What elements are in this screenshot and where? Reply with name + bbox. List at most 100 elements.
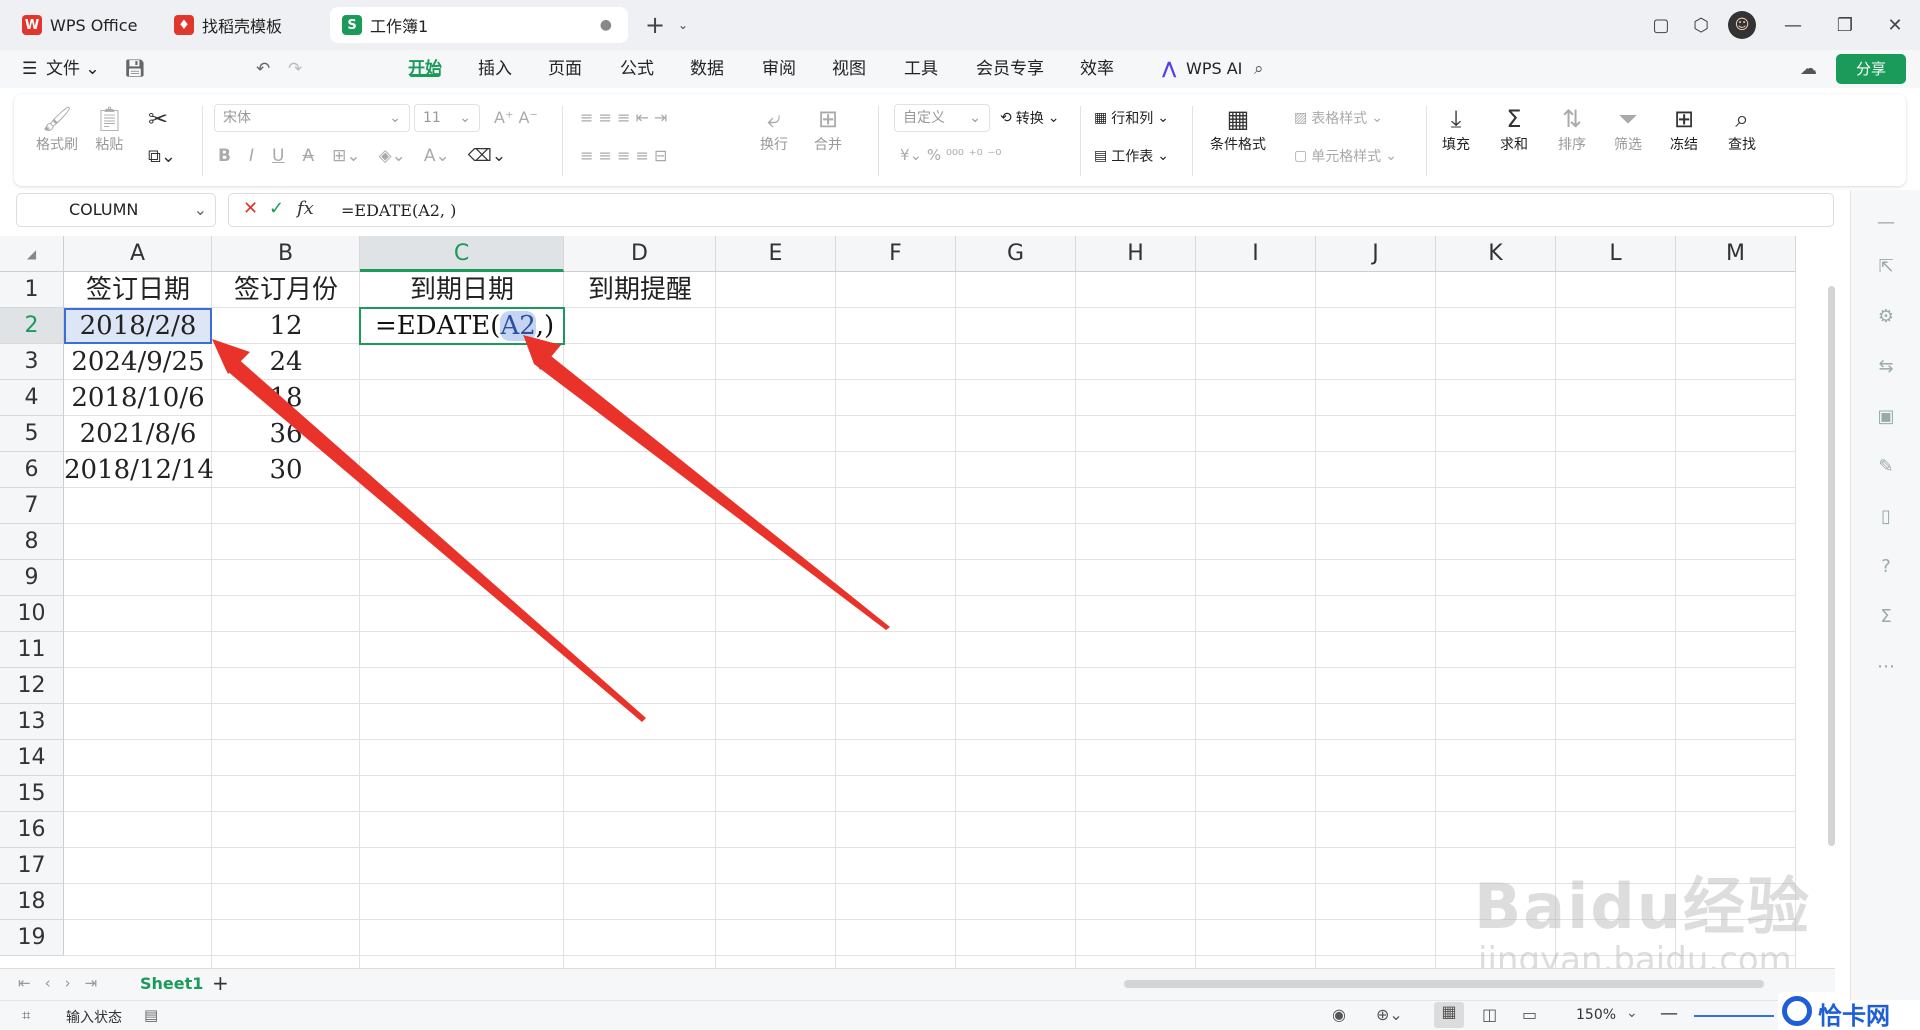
avatar[interactable]: ☺ <box>1728 11 1756 39</box>
font-grow-icon[interactable]: A⁺ A⁻ <box>494 108 538 127</box>
column-header-H[interactable]: H <box>1076 236 1196 272</box>
save-icon[interactable]: 💾︎ <box>124 50 146 88</box>
column-header-L[interactable]: L <box>1556 236 1676 272</box>
format-painter-button[interactable]: 🖌︎ 格式刷 <box>36 104 78 154</box>
image-icon[interactable]: ▣ <box>1873 404 1899 430</box>
cell-C1[interactable]: 到期日期 <box>360 272 564 308</box>
tab-docer-templates[interactable]: ♦ 找稻壳模板 <box>162 7 322 43</box>
normal-view-icon[interactable]: ▦ <box>1434 1002 1464 1028</box>
merge-button[interactable]: ⊞ 合并 <box>814 104 842 154</box>
row-header-17[interactable]: 17 <box>0 848 64 884</box>
tools-icon[interactable]: ✎ <box>1873 454 1899 480</box>
row-header-11[interactable]: 11 <box>0 632 64 668</box>
column-header-D[interactable]: D <box>564 236 716 272</box>
row-header-5[interactable]: 5 <box>0 416 64 452</box>
menu-item-home[interactable]: 开始 <box>408 50 442 88</box>
crosshair-icon[interactable]: ⊕⌄ <box>1376 1005 1403 1024</box>
window-mode-icon[interactable]: ▢ <box>1646 10 1676 40</box>
zoom-slider[interactable] <box>1694 1015 1774 1017</box>
row-header-16[interactable]: 16 <box>0 812 64 848</box>
cancel-icon[interactable]: ✕ <box>243 198 258 219</box>
horizontal-scrollbar[interactable] <box>1124 980 1764 988</box>
row-header-14[interactable]: 14 <box>0 740 64 776</box>
sort-button[interactable]: ⇅ 排序 <box>1558 104 1586 154</box>
cell-B6[interactable]: 30 <box>212 452 360 488</box>
worksheet-button[interactable]: ▤ 工作表 ⌄ <box>1094 146 1169 166</box>
row-header-7[interactable]: 7 <box>0 488 64 524</box>
minimize-icon[interactable]: — <box>1778 10 1808 40</box>
fill-button[interactable]: ⤓ 填充 <box>1442 104 1470 154</box>
row-header-6[interactable]: 6 <box>0 452 64 488</box>
find-button[interactable]: ⌕ 查找 <box>1728 104 1756 154</box>
row-header-8[interactable]: 8 <box>0 524 64 560</box>
more-icon[interactable]: ⋯ <box>1873 654 1899 680</box>
column-header-M[interactable]: M <box>1676 236 1796 272</box>
conditional-format-button[interactable]: ▦ 条件格式 <box>1210 104 1266 154</box>
sum-tool-icon[interactable]: Σ <box>1873 604 1899 630</box>
cell-D1[interactable]: 到期提醒 <box>564 272 716 308</box>
cell-A2[interactable]: 2018/2/8 <box>64 308 212 344</box>
macro-icon[interactable]: ⌗ <box>22 1006 30 1024</box>
font-size-select[interactable]: 11 ⌄ <box>414 104 480 132</box>
align-top-group[interactable]: ≡ ≡ ≡ ⇤ ⇥ <box>580 108 667 127</box>
cell-A5[interactable]: 2021/8/6 <box>64 416 212 452</box>
rows-cols-button[interactable]: ▦ 行和列 ⌄ <box>1094 108 1169 128</box>
hamburger-icon[interactable]: ☰ <box>22 50 37 88</box>
row-header-4[interactable]: 4 <box>0 380 64 416</box>
confirm-icon[interactable]: ✓ <box>269 198 284 219</box>
row-header-19[interactable]: 19 <box>0 920 64 956</box>
convert-button[interactable]: ⟲ 转换 ⌄ <box>1000 108 1059 128</box>
column-header-C[interactable]: C <box>360 236 564 272</box>
strikethrough-icon[interactable]: A <box>302 146 314 166</box>
column-header-A[interactable]: A <box>64 236 212 272</box>
freeze-button[interactable]: ⊞ 冻结 <box>1670 104 1698 154</box>
formula-bar[interactable]: ✕ ✓ fx =EDATE(A2, ) <box>228 193 1834 227</box>
cube-icon[interactable]: ⬡ <box>1686 10 1716 40</box>
column-header-K[interactable]: K <box>1436 236 1556 272</box>
chevron-down-icon[interactable]: ⌄ <box>668 10 698 40</box>
share-button[interactable]: 分享 <box>1836 54 1906 84</box>
menu-item-insert[interactable]: 插入 <box>478 50 512 88</box>
row-header-18[interactable]: 18 <box>0 884 64 920</box>
row-header-9[interactable]: 9 <box>0 560 64 596</box>
cell-B2[interactable]: 12 <box>212 308 360 344</box>
cell-B3[interactable]: 24 <box>212 344 360 380</box>
row-header-10[interactable]: 10 <box>0 596 64 632</box>
eraser-icon[interactable]: ⌫⌄ <box>468 146 506 166</box>
column-header-E[interactable]: E <box>716 236 836 272</box>
menu-item-member[interactable]: 会员专享 <box>976 50 1044 88</box>
fill-color-icon[interactable]: ◈⌄ <box>379 146 406 166</box>
zoom-out-icon[interactable]: — <box>1660 1003 1678 1024</box>
cell-A3[interactable]: 2024/9/25 <box>64 344 212 380</box>
menu-item-tools[interactable]: 工具 <box>904 50 938 88</box>
collapse-icon[interactable]: — <box>1873 210 1899 236</box>
cell-B1[interactable]: 签订月份 <box>212 272 360 308</box>
function-icon[interactable]: fx <box>297 198 314 219</box>
chevron-down-icon[interactable]: ⌄ <box>194 194 207 226</box>
row-header-13[interactable]: 13 <box>0 704 64 740</box>
paste-button[interactable]: 📋︎ 粘贴 <box>94 104 124 154</box>
active-cell-C2[interactable]: =EDATE(A2,) <box>359 307 565 345</box>
sum-button[interactable]: Σ 求和 <box>1500 104 1528 154</box>
search-icon[interactable]: ⌕ <box>1254 50 1264 88</box>
cell-C2-editor[interactable]: =EDATE(A2,) <box>375 309 554 343</box>
cloud-upload-icon[interactable]: ☁ <box>1800 50 1817 88</box>
transfer-icon[interactable]: ⇆ <box>1873 354 1899 380</box>
column-header-B[interactable]: B <box>212 236 360 272</box>
redo-icon[interactable]: ↷ <box>288 50 302 88</box>
eye-icon[interactable]: ◉ <box>1332 1005 1346 1024</box>
cell-A1[interactable]: 签订日期 <box>64 272 212 308</box>
cell-style-button[interactable]: ▢ 单元格样式 ⌄ <box>1294 146 1397 166</box>
select-all-corner[interactable]: ◢ <box>0 236 64 272</box>
underline-icon[interactable]: U <box>272 146 284 166</box>
italic-icon[interactable]: I <box>249 146 254 166</box>
undo-icon[interactable]: ↶ <box>256 50 270 88</box>
cell-A6[interactable]: 2018/12/14 <box>64 452 214 488</box>
row-header-2[interactable]: 2 <box>0 308 64 344</box>
close-icon[interactable]: ✕ <box>1880 10 1910 40</box>
help-icon[interactable]: ? <box>1873 554 1899 580</box>
row-header-3[interactable]: 3 <box>0 344 64 380</box>
tab-workbook1[interactable]: S 工作簿1 ● <box>330 7 628 43</box>
cell-B4[interactable]: 18 <box>212 380 360 416</box>
sheet-tab-sheet1[interactable]: Sheet1 <box>140 974 203 993</box>
